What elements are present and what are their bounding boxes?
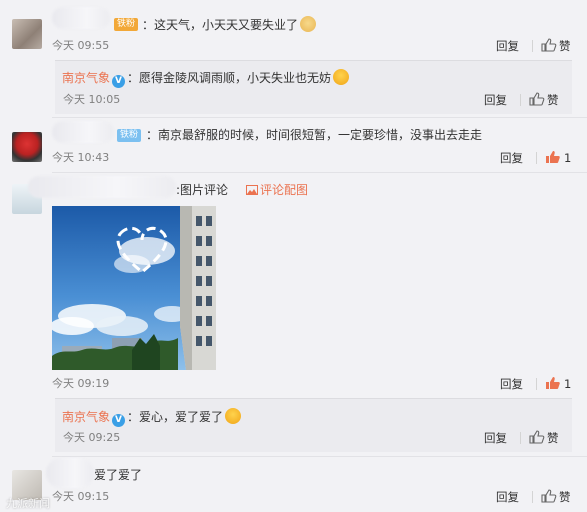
comment-time: 今天 09:19 [52, 377, 110, 390]
comment-divider [52, 172, 587, 173]
fan-badge: 铁粉 [114, 18, 139, 31]
doge-emoji-icon [300, 16, 317, 32]
comment-time: 今天 09:15 [52, 490, 110, 503]
like-label[interactable]: 赞 [547, 93, 559, 107]
action-divider [520, 432, 521, 444]
action-divider [536, 378, 537, 390]
laugh-emoji-icon [225, 408, 242, 424]
image-comment-label: 图片评论 [180, 183, 229, 197]
comment-image[interactable] [52, 206, 216, 370]
like-icon-active[interactable] [545, 150, 561, 164]
comment-divider [52, 117, 587, 118]
like-count: 1 [564, 377, 572, 391]
reply-text: 南京气象 V ：愿得金陵风调雨顺，小天失业也无妨 [62, 69, 350, 88]
reply-text: 南京气象 V ：爱心，爱了爱了 [62, 408, 242, 427]
username-blurred[interactable] [28, 176, 176, 198]
comment-text: :图片评论 [176, 183, 229, 197]
verified-icon: V [112, 414, 126, 427]
like-icon[interactable] [541, 38, 557, 52]
like-label[interactable]: 赞 [547, 431, 559, 445]
avatar[interactable] [12, 19, 42, 49]
like-label[interactable]: 赞 [559, 39, 571, 53]
reply-button[interactable]: 回复 [496, 39, 519, 53]
username-blurred[interactable] [52, 7, 110, 29]
username-blurred[interactable] [46, 458, 94, 488]
reply-button[interactable]: 回复 [484, 93, 507, 107]
username-blurred[interactable] [52, 121, 114, 143]
image-icon [246, 185, 258, 195]
laugh-emoji-icon [333, 69, 350, 85]
comment-time: 今天 10:43 [52, 151, 110, 164]
comment-text: ：南京最舒服的时候，时间很短暂，一定要珍惜，没事出去走走 [146, 128, 483, 142]
reply-button[interactable]: 回复 [500, 151, 523, 165]
like-count: 1 [564, 151, 572, 165]
like-label[interactable]: 赞 [559, 490, 571, 504]
action-divider [520, 94, 521, 106]
reply-author[interactable]: 南京气象 [62, 71, 110, 85]
comment-divider [52, 456, 587, 457]
reply-button[interactable]: 回复 [496, 490, 519, 504]
like-icon[interactable] [529, 430, 545, 444]
verified-icon: V [112, 75, 126, 88]
reply-button[interactable]: 回复 [500, 377, 523, 391]
like-icon[interactable] [529, 92, 545, 106]
comment-text: ：这天气，小天天又要失业了 [142, 16, 317, 33]
like-icon[interactable] [541, 489, 557, 503]
avatar[interactable] [12, 132, 42, 162]
comment-image-link[interactable]: 评论配图 [260, 182, 308, 198]
reply-button[interactable]: 回复 [484, 431, 507, 445]
watermark: 九派新闻 [6, 497, 50, 510]
action-divider [532, 40, 533, 52]
action-divider [532, 491, 533, 503]
fan-badge: 铁粉 [117, 129, 142, 142]
reply-time: 今天 10:05 [63, 93, 121, 106]
comment-time: 今天 09:55 [52, 39, 110, 52]
action-divider [536, 152, 537, 164]
reply-time: 今天 09:25 [63, 431, 121, 444]
comment-text: 爱了爱了 [94, 468, 143, 482]
like-icon-active[interactable] [545, 376, 561, 390]
reply-author[interactable]: 南京气象 [62, 410, 110, 424]
